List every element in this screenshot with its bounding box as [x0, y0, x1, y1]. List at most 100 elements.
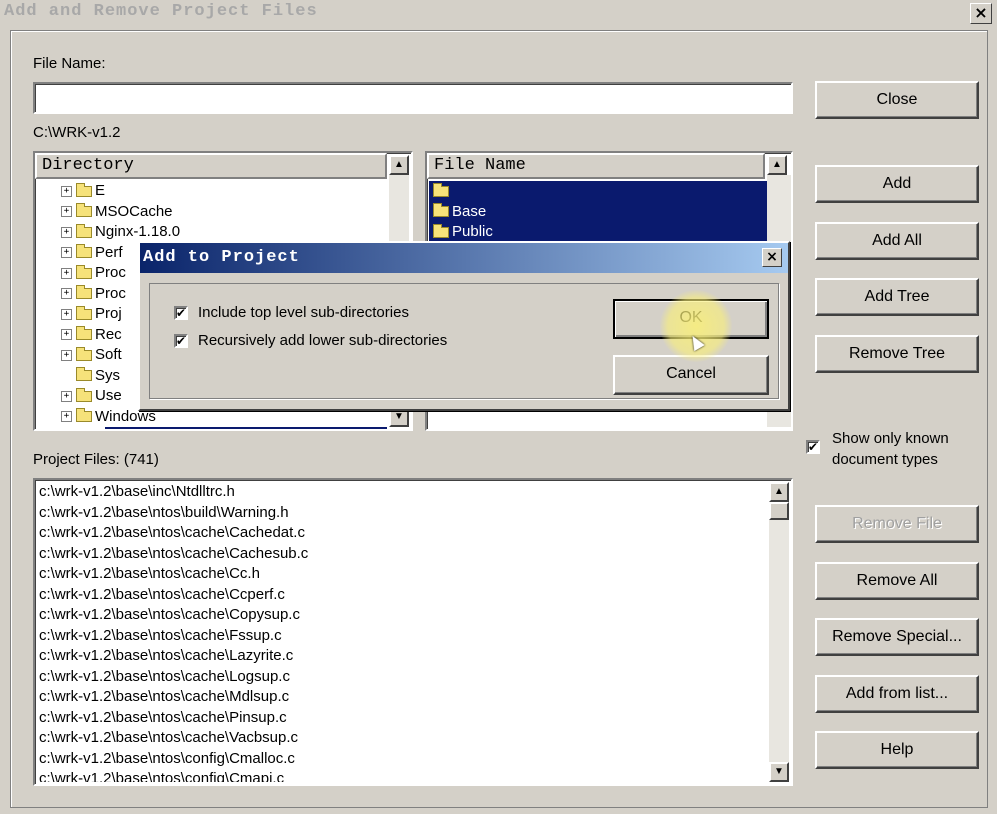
- add-button[interactable]: Add: [815, 165, 979, 203]
- list-item[interactable]: c:\wrk-v1.2\base\ntos\cache\Copysup.c: [35, 605, 763, 626]
- cursor-highlight: [660, 290, 732, 362]
- expand-icon[interactable]: +: [61, 226, 72, 238]
- tree-item-label: Proc: [95, 264, 126, 281]
- tree-item-label: Proc: [95, 284, 126, 302]
- remove-all-button[interactable]: Remove All: [815, 562, 979, 600]
- list-item[interactable]: c:\wrk-v1.2\base\ntos\config\Cmalloc.c: [35, 749, 763, 770]
- list-item[interactable]: c:\wrk-v1.2\base\ntos\cache\Cc.h: [35, 564, 763, 585]
- up-arrow-icon: ▲: [772, 159, 782, 170]
- tree-item-label: MSOCache: [95, 202, 173, 220]
- tree-item-label: Sys: [95, 366, 121, 384]
- add-tree-button[interactable]: Add Tree: [815, 278, 979, 316]
- expand-icon[interactable]: +: [61, 390, 72, 402]
- close-button[interactable]: Close: [815, 81, 979, 119]
- folder-icon: [433, 203, 449, 218]
- remove-tree-button[interactable]: Remove Tree: [815, 335, 979, 373]
- dialog-title: Add to Project: [143, 248, 300, 267]
- check-icon: ✔: [176, 334, 187, 348]
- up-arrow-icon: ▲: [394, 159, 404, 170]
- project-files-list: c:\wrk-v1.2\base\inc\Ntdlltrc.h c:\wrk-v1…: [35, 482, 763, 782]
- list-item[interactable]: [429, 181, 767, 202]
- dialog-close-button[interactable]: ×: [762, 248, 782, 267]
- project-files-scrollbar[interactable]: [769, 502, 789, 762]
- folder-icon: [76, 408, 92, 423]
- recursive-add-label: Recursively add lower sub-directories: [198, 332, 448, 349]
- list-item[interactable]: c:\wrk-v1.2\base\ntos\cache\Vacbsup.c: [35, 728, 763, 749]
- project-files-scroll-down[interactable]: ▼: [769, 762, 789, 782]
- tree-item[interactable]: + MSOCache: [61, 202, 387, 223]
- folder-icon: [76, 387, 92, 402]
- folder-icon: [76, 203, 92, 218]
- list-item[interactable]: c:\wrk-v1.2\base\ntos\build\Warning.h: [35, 503, 763, 524]
- expand-icon[interactable]: +: [61, 329, 72, 341]
- include-top-level-checkbox[interactable]: ✔: [174, 306, 188, 320]
- list-item[interactable]: c:\wrk-v1.2\base\ntos\cache\Mdlsup.c: [35, 687, 763, 708]
- expand-icon[interactable]: +: [61, 206, 72, 218]
- file-list-header[interactable]: File Name: [427, 153, 765, 179]
- window-title-bar[interactable]: Add and Remove Project Files ×: [0, 0, 997, 26]
- folder-icon: [76, 264, 92, 279]
- expand-icon[interactable]: +: [61, 247, 72, 259]
- list-item[interactable]: c:\wrk-v1.2\base\ntos\cache\Fssup.c: [35, 626, 763, 647]
- list-item[interactable]: c:\wrk-v1.2\base\ntos\cache\Cachesub.c: [35, 544, 763, 565]
- project-files-label: Project Files: (741): [33, 451, 159, 468]
- remove-file-button[interactable]: Remove File: [815, 505, 979, 543]
- folder-icon: [76, 305, 92, 320]
- list-item[interactable]: c:\wrk-v1.2\base\ntos\cache\Ccperf.c: [35, 585, 763, 606]
- folder-icon: [76, 326, 92, 341]
- list-item[interactable]: c:\wrk-v1.2\base\ntos\cache\Logsup.c: [35, 667, 763, 688]
- folder-icon: [433, 182, 449, 197]
- file-name-label: File Name:: [33, 55, 106, 72]
- tree-item[interactable]: + Nginx-1.18.0: [61, 222, 387, 243]
- tree-item-label: Proj: [95, 305, 122, 322]
- file-list: Base Public: [429, 181, 767, 243]
- expand-icon[interactable]: +: [61, 349, 72, 361]
- add-from-list-button[interactable]: Add from list...: [815, 675, 979, 713]
- folder-icon: [76, 182, 92, 197]
- recursive-add-checkbox[interactable]: ✔: [174, 334, 188, 348]
- dialog-title-bar[interactable]: Add to Project ×: [140, 243, 788, 273]
- folder-icon: [76, 223, 92, 238]
- project-files-scroll-up[interactable]: ▲: [769, 482, 789, 502]
- tree-item[interactable]: + E: [61, 181, 387, 202]
- folder-icon: [76, 244, 92, 259]
- window-title: Add and Remove Project Files: [4, 2, 318, 21]
- window-close-button[interactable]: ×: [970, 3, 992, 24]
- down-arrow-icon: ▼: [774, 766, 784, 777]
- list-item[interactable]: c:\wrk-v1.2\base\ntos\config\Cmapi.c: [35, 769, 763, 782]
- tree-item-label: Nginx-1.18.0: [95, 223, 181, 240]
- list-item[interactable]: c:\wrk-v1.2\base\inc\Ntdlltrc.h: [35, 482, 763, 503]
- directory-header[interactable]: Directory: [35, 153, 387, 179]
- expand-icon[interactable]: +: [61, 411, 72, 423]
- include-top-level-label: Include top level sub-directories: [198, 304, 409, 321]
- list-item[interactable]: c:\wrk-v1.2\base\ntos\cache\Cachedat.c: [35, 523, 763, 544]
- check-icon: ✔: [176, 306, 187, 320]
- file-list-scroll-up[interactable]: ▲: [767, 155, 787, 175]
- folder-icon: [76, 285, 92, 300]
- up-arrow-icon: ▲: [774, 486, 784, 497]
- show-known-checkbox[interactable]: ✔: [806, 440, 820, 454]
- project-files-scroll-thumb[interactable]: [769, 502, 789, 520]
- folder-icon: [76, 367, 92, 382]
- remove-special-button[interactable]: Remove Special...: [815, 618, 979, 656]
- list-item[interactable]: c:\wrk-v1.2\base\ntos\cache\Pinsup.c: [35, 708, 763, 729]
- tree-item-label: E: [95, 182, 106, 199]
- list-item[interactable]: Base: [429, 201, 767, 222]
- expand-icon[interactable]: +: [61, 308, 72, 320]
- tree-item-label: Use: [95, 387, 122, 404]
- folder-icon: [76, 346, 92, 361]
- expand-icon[interactable]: +: [61, 185, 72, 197]
- directory-scroll-up[interactable]: ▲: [389, 155, 409, 175]
- folder-icon: [433, 223, 449, 238]
- tree-item-label: Perf: [95, 243, 123, 261]
- list-item[interactable]: c:\wrk-v1.2\base\ntos\cache\Lazyrite.c: [35, 646, 763, 667]
- file-name-input[interactable]: [33, 82, 793, 114]
- current-path: C:\WRK-v1.2: [33, 124, 121, 141]
- expand-icon[interactable]: +: [61, 267, 72, 279]
- tree-item-label: Rec: [95, 325, 122, 343]
- add-all-button[interactable]: Add All: [815, 222, 979, 260]
- show-known-label: Show only known document types: [832, 430, 949, 468]
- expand-icon[interactable]: +: [61, 288, 72, 300]
- list-item[interactable]: Public: [429, 222, 767, 243]
- help-button[interactable]: Help: [815, 731, 979, 769]
